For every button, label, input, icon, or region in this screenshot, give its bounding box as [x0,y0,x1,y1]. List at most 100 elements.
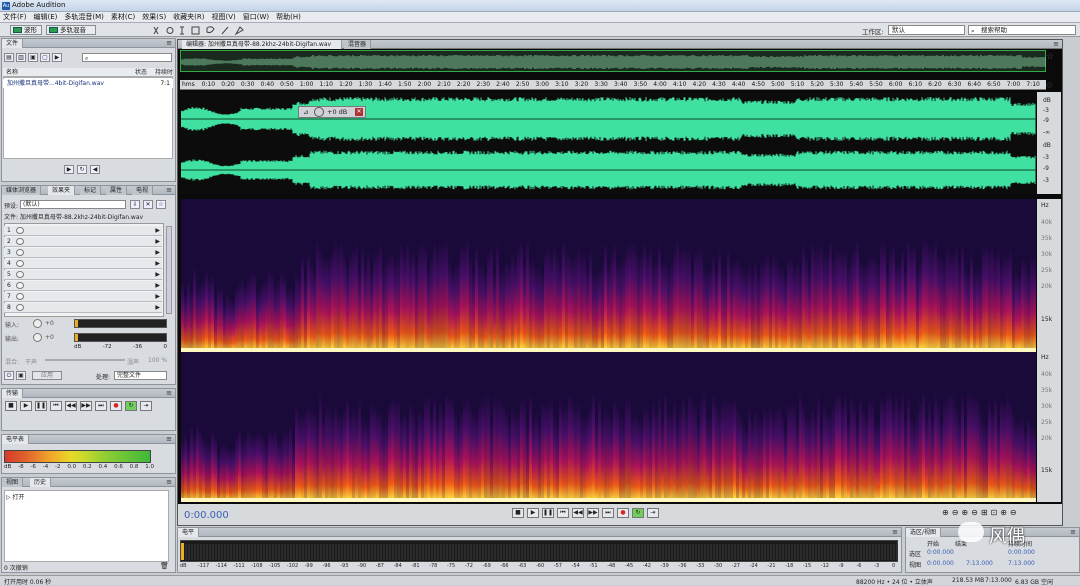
power-icon[interactable] [16,238,24,245]
apply-button[interactable]: 应用 [32,371,62,380]
panel-menu-icon[interactable]: ≡ [166,478,172,487]
play-icon[interactable]: ▶ [527,508,539,518]
power-toggle-icon[interactable]: ⏻ [4,371,14,380]
tab-effects-rack[interactable]: 效果夹 [48,186,76,195]
slot-arrow-icon[interactable]: ▶ [155,292,160,302]
spectrogram-left-channel[interactable] [181,199,1036,352]
power-icon[interactable] [16,227,24,234]
menu-multitrack[interactable]: 多轨混音(M) [64,12,104,22]
effect-slots-scrollbar[interactable] [166,226,172,314]
delete-preset-icon[interactable]: ✕ [143,200,153,209]
skip-icon[interactable]: ⇥ [140,401,152,411]
output-gain-knob[interactable] [33,333,42,342]
view-start[interactable]: 0:00.000 [927,560,954,567]
menu-help[interactable]: 帮助(H) [276,12,301,22]
slot-arrow-icon[interactable]: ▶ [155,248,160,258]
tab-media-browser[interactable]: 媒体浏览器 [2,186,42,195]
menu-effects[interactable]: 效果(S) [142,12,166,22]
slot-arrow-icon[interactable]: ▶ [155,270,160,280]
hud-knob[interactable] [314,107,324,117]
menu-favorites[interactable]: 收藏夹(R) [173,12,204,22]
waveform-right-channel[interactable] [181,146,1036,194]
slot-arrow-icon[interactable]: ▶ [155,226,160,236]
zoom-out-point-icon[interactable]: ⊖ [1010,508,1017,517]
col-duration[interactable]: 持续时 [155,68,173,77]
panel-menu-icon[interactable]: ≡ [1053,40,1059,49]
zoom-in-amplitude-icon[interactable]: ⊕ [942,508,949,517]
volume-hud[interactable]: ⊿ +0 dB ✕ [298,106,366,118]
trash-icon[interactable]: 🗑 [160,562,169,570]
panel-menu-icon[interactable]: ≡ [1070,528,1076,537]
effect-slot-7[interactable]: 7 ▶ [4,292,162,302]
zoom-in-point-icon[interactable]: ⊕ [1000,508,1007,517]
menu-view[interactable]: 视图(V) [212,12,236,22]
power-icon[interactable] [16,304,24,311]
effect-slot-5[interactable]: 5 ▶ [4,270,162,280]
pause-icon[interactable]: ❚❚ [35,401,47,411]
slot-arrow-icon[interactable]: ▶ [155,303,160,313]
play-icon[interactable]: ▶ [20,401,32,411]
autoplay-icon[interactable]: ▶ [52,53,62,62]
history-item[interactable]: ▷ 打开 [6,492,25,501]
tab-view[interactable]: 视图 [2,478,24,487]
effect-slot-4[interactable]: 4 ▶ [4,259,162,269]
zoom-full-icon[interactable]: ⊞ [981,508,988,517]
menu-file[interactable]: 文件(F) [3,12,27,22]
stop-icon[interactable]: ■ [512,508,524,518]
menu-edit[interactable]: 编辑(E) [34,12,58,22]
workspace-select[interactable]: 默认 [888,25,965,35]
selection-end[interactable]: 0:00.000 [1008,549,1035,556]
go-to-start-icon[interactable]: ⏮ [557,508,569,518]
time-ruler[interactable]: hms 0:10 0:20 0:30 0:40 0:50 1:00 1:10 1:20 1:30 1… [180,80,1046,90]
view-end[interactable]: 7:13.000 [966,560,993,567]
power-icon[interactable] [16,260,24,267]
zoom-out-time-icon[interactable]: ⊖ [971,508,978,517]
file-row[interactable]: 加州撒旦真母带...4bit-Digifan.wav 7:1 [3,79,173,88]
tab-markers[interactable]: 标记 [80,186,102,195]
effect-slot-6[interactable]: 6 ▶ [4,281,162,291]
zoom-selection-icon[interactable]: ⊡ [991,508,998,517]
waveform-overview[interactable] [180,50,1046,72]
waveform-mode-button[interactable]: 波形 [10,25,42,35]
go-to-end-icon[interactable]: ⏭ [95,401,107,411]
loop-preview-icon[interactable]: ↻ [77,165,87,174]
menu-clip[interactable]: 素材(C) [111,12,135,22]
tab-history[interactable]: 历史 [30,478,52,487]
panel-menu-icon[interactable]: ≡ [166,389,172,398]
process-select[interactable]: 完整文件 [114,371,167,380]
stop-icon[interactable]: ■ [5,401,17,411]
power-icon[interactable] [16,293,24,300]
loop-icon[interactable]: ↻ [125,401,137,411]
multitrack-mode-button[interactable]: 多轨混音 [46,25,96,35]
menu-window[interactable]: 窗口(W) [243,12,269,22]
zoom-out-amplitude-icon[interactable]: ⊖ [952,508,959,517]
tab-video[interactable]: 电视 [132,186,154,195]
zoom-star-icon[interactable]: ☆ [1046,52,1054,62]
waveform-left-channel[interactable] [181,92,1036,146]
col-name[interactable]: 名称 [6,68,18,77]
fast-forward-icon[interactable]: ▶▶ [80,401,92,411]
help-search-input[interactable]: ⌕ 搜索帮助 [968,25,1076,35]
col-status[interactable]: 状态 [135,68,147,77]
effect-slot-8[interactable]: 8 ▶ [4,303,162,313]
new-file-icon[interactable]: ▣ [28,53,38,62]
panel-menu-icon[interactable]: ≡ [166,435,172,444]
rewind-icon[interactable]: ◀◀ [572,508,584,518]
open-file-icon[interactable]: ▤ [4,53,14,62]
skip-icon[interactable]: ⇥ [647,508,659,518]
input-gain-knob[interactable] [33,319,42,328]
close-file-icon[interactable]: ▢ [40,53,50,62]
effect-slot-1[interactable]: 1 ▶ [4,226,162,236]
tab-mixer[interactable]: 混音器 [344,40,372,49]
effect-slot-3[interactable]: 3 ▶ [4,248,162,258]
record-icon[interactable]: ● [617,508,629,518]
panel-menu-icon[interactable]: ≡ [166,186,172,195]
preset-select[interactable]: (默认) [20,200,126,209]
effect-slot-2[interactable]: 2 ▶ [4,237,162,247]
rewind-icon[interactable]: ◀◀ [65,401,77,411]
panel-menu-icon[interactable]: ≡ [166,39,172,48]
import-file-icon[interactable]: ▥ [16,53,26,62]
pause-icon[interactable]: ❚❚ [542,508,554,518]
power-icon[interactable] [16,282,24,289]
go-to-start-icon[interactable]: ⏮ [50,401,62,411]
